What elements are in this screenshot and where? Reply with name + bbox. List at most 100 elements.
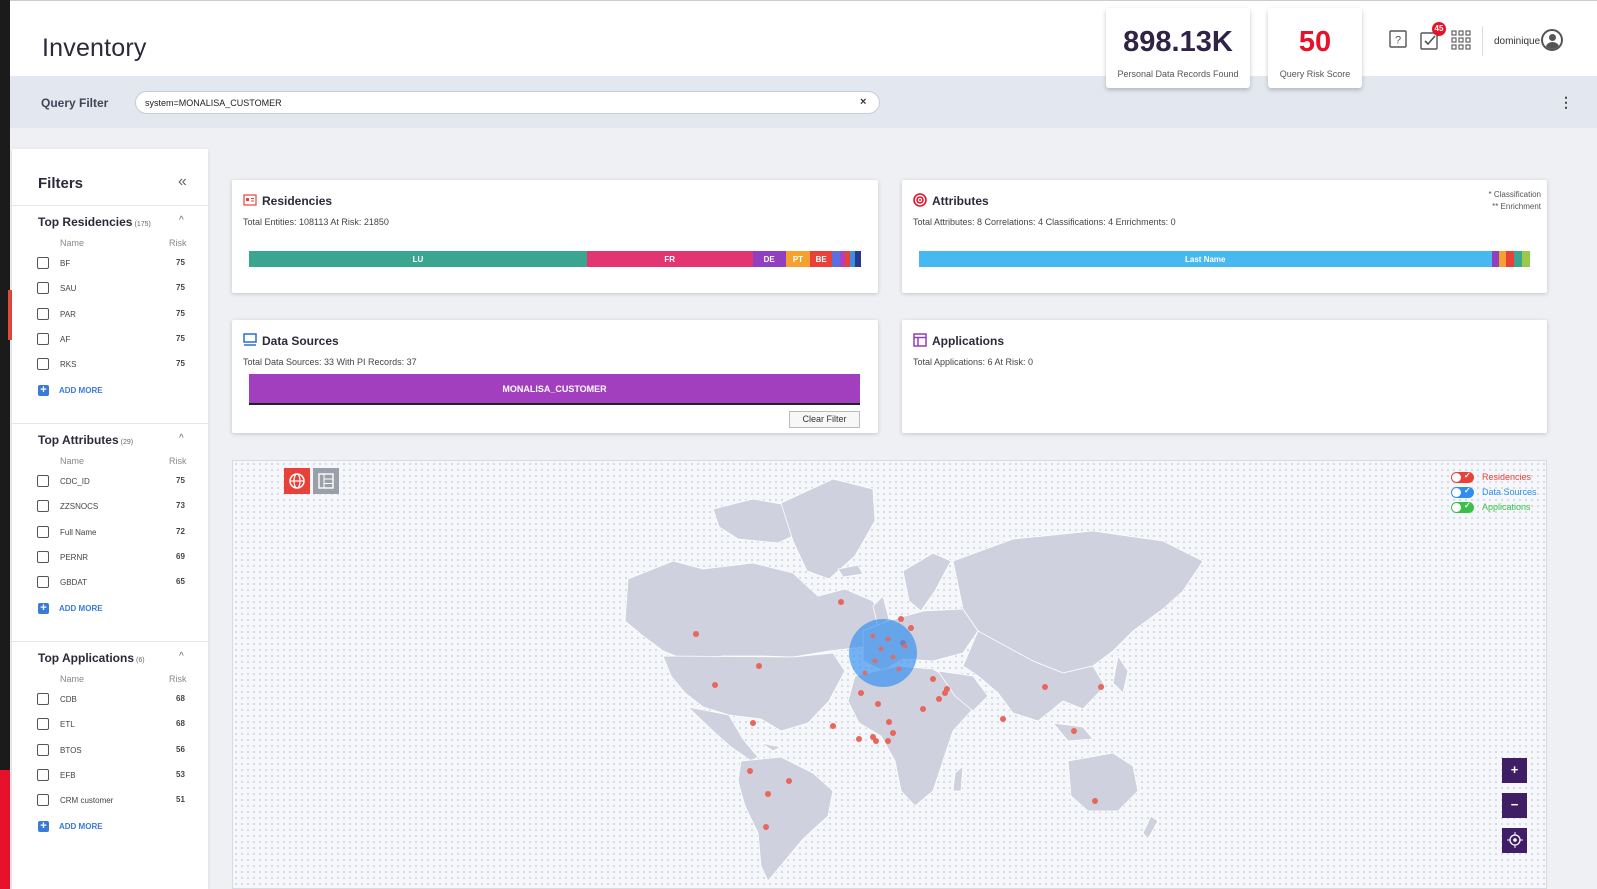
globe-view-icon[interactable]: [284, 468, 310, 494]
filter-row-risk: 75: [176, 258, 185, 267]
header-separator: [1482, 26, 1483, 56]
datasources-toggle[interactable]: ✓: [1451, 486, 1474, 498]
avatar[interactable]: [1541, 29, 1563, 51]
world-map-graphic[interactable]: [233, 461, 1548, 889]
user-name[interactable]: dominique: [1494, 36, 1540, 47]
filter-row-name: ZZSNOCS: [60, 502, 99, 512]
zoom-in-button[interactable]: +: [1502, 758, 1527, 783]
filter-row[interactable]: Full Name 72: [37, 525, 187, 540]
filter-row[interactable]: ZZSNOCS 73: [37, 500, 187, 514]
legend-residencies[interactable]: ✓ Residencies: [1451, 471, 1551, 486]
bar-segment[interactable]: [1514, 251, 1523, 267]
chevron-up-icon[interactable]: ^: [179, 215, 184, 226]
kpi-risk-score: 50 Query Risk Score: [1268, 8, 1362, 88]
filter-row[interactable]: CDC_ID 75: [37, 475, 187, 489]
bar-segment[interactable]: [1522, 251, 1530, 267]
bar-segment[interactable]: [1506, 251, 1515, 267]
more-options-icon[interactable]: ⋮: [1559, 94, 1573, 111]
filter-row[interactable]: GBDAT 65: [37, 576, 187, 590]
bar-segment[interactable]: LU: [249, 251, 587, 267]
filter-checkbox[interactable]: [37, 743, 49, 756]
bar-segment[interactable]: DE: [752, 251, 786, 267]
residencies-bar: LU FR DE PT BE: [249, 251, 861, 267]
applications-card: Applications Total Applications: 6 At Ri…: [902, 320, 1547, 433]
query-filter-input[interactable]: system=MONALISA_CUSTOMER: [135, 91, 880, 114]
chevron-up-icon[interactable]: ^: [179, 651, 184, 662]
filter-row-name: ETL: [60, 720, 75, 730]
filter-group: Top Residencies (175) ^ Name Risk BF 75 SAU 75 PA…: [12, 205, 208, 423]
bar-segment[interactable]: [855, 251, 861, 267]
legend-applications-label: Applications: [1482, 502, 1531, 512]
filter-row[interactable]: CDB 68: [37, 693, 187, 707]
filter-checkbox[interactable]: [37, 500, 49, 513]
residencies-title: Residencies: [262, 194, 333, 208]
filter-checkbox[interactable]: [37, 794, 49, 807]
bar-segment[interactable]: FR: [586, 251, 753, 267]
filter-checkbox[interactable]: [37, 257, 49, 269]
attributes-legend-note: * Classification ** Enrichment: [1488, 190, 1541, 211]
kpi-records-value: 898.13K: [1123, 26, 1233, 58]
filter-checkbox[interactable]: [37, 332, 49, 345]
add-more-label: ADD MORE: [59, 386, 103, 395]
filter-row[interactable]: BF 75: [37, 257, 187, 271]
chevron-up-icon[interactable]: ^: [179, 433, 184, 444]
legend-applications[interactable]: ✓ Applications: [1451, 501, 1551, 516]
applications-toggle[interactable]: ✓: [1451, 501, 1474, 513]
filter-checkbox[interactable]: [37, 550, 49, 563]
filter-row[interactable]: AF 75: [37, 332, 187, 347]
filter-checkbox[interactable]: [37, 282, 49, 295]
filter-checkbox[interactable]: [37, 718, 49, 731]
filter-row-risk: 69: [176, 551, 185, 561]
add-more-button[interactable]: + ADD MORE: [37, 384, 157, 398]
filter-row-risk: 65: [176, 577, 185, 587]
filter-checkbox[interactable]: [37, 475, 49, 487]
filter-row[interactable]: SAU 75: [37, 282, 187, 296]
filter-row[interactable]: CRM customer 51: [37, 794, 187, 808]
filter-group-title[interactable]: Top Residencies (175): [38, 215, 151, 229]
bar-segment[interactable]: [1498, 251, 1507, 267]
filter-row-name: Full Name: [60, 527, 97, 537]
monitor-icon: [243, 333, 257, 346]
page-title: Inventory: [42, 34, 147, 62]
bar-segment[interactable]: Last Name: [919, 251, 1492, 267]
add-more-label: ADD MORE: [59, 604, 103, 613]
name-column-header: Name: [60, 456, 85, 466]
filter-row-risk: 72: [176, 526, 185, 536]
clear-query-icon[interactable]: ×: [860, 96, 866, 108]
filter-checkbox[interactable]: [37, 576, 49, 589]
filter-group: Top Attributes (29) ^ Name Risk CDC_ID 75 ZZSNO…: [12, 423, 208, 641]
filter-group-title[interactable]: Top Attributes (29): [38, 433, 133, 447]
datasource-bar[interactable]: MONALISA_CUSTOMER: [249, 374, 860, 405]
help-icon[interactable]: ?: [1388, 30, 1408, 50]
table-view-icon[interactable]: [313, 468, 339, 494]
add-more-button[interactable]: + ADD MORE: [37, 602, 157, 616]
filter-row-name: AF: [60, 334, 71, 344]
filter-group-title[interactable]: Top Applications (6): [38, 651, 145, 665]
recenter-icon[interactable]: [1502, 828, 1527, 853]
collapse-sidebar-icon[interactable]: «: [178, 173, 187, 191]
legend-datasources[interactable]: ✓ Data Sources: [1451, 486, 1551, 501]
filter-row[interactable]: RKS 75: [37, 358, 187, 372]
filter-checkbox[interactable]: [37, 768, 49, 781]
filters-title: Filters: [38, 175, 84, 192]
bar-segment[interactable]: PT: [785, 251, 811, 267]
world-map[interactable]: ✓ Residencies ✓ Data Sources ✓ Applicati…: [232, 460, 1547, 889]
bar-segment[interactable]: BE: [810, 251, 833, 267]
zoom-out-button[interactable]: −: [1502, 793, 1527, 818]
filter-row[interactable]: EFB 53: [37, 768, 187, 783]
filter-checkbox[interactable]: [37, 693, 49, 705]
bar-segment[interactable]: [832, 251, 841, 267]
filter-row[interactable]: ETL 68: [37, 718, 187, 732]
filter-row[interactable]: BTOS 56: [37, 743, 187, 758]
apps-grid-icon[interactable]: [1451, 30, 1471, 50]
filter-row[interactable]: PAR 75: [37, 307, 187, 322]
filter-checkbox[interactable]: [37, 525, 49, 538]
clear-filter-button[interactable]: Clear Filter: [789, 411, 860, 428]
filter-checkbox[interactable]: [37, 358, 49, 371]
filter-row[interactable]: PERNR 69: [37, 550, 187, 565]
filter-checkbox[interactable]: [37, 307, 49, 320]
legend-datasources-label: Data Sources: [1482, 487, 1537, 497]
add-more-button[interactable]: + ADD MORE: [37, 820, 157, 834]
residencies-toggle[interactable]: ✓: [1451, 471, 1474, 483]
bar-segment[interactable]: [1491, 251, 1499, 267]
